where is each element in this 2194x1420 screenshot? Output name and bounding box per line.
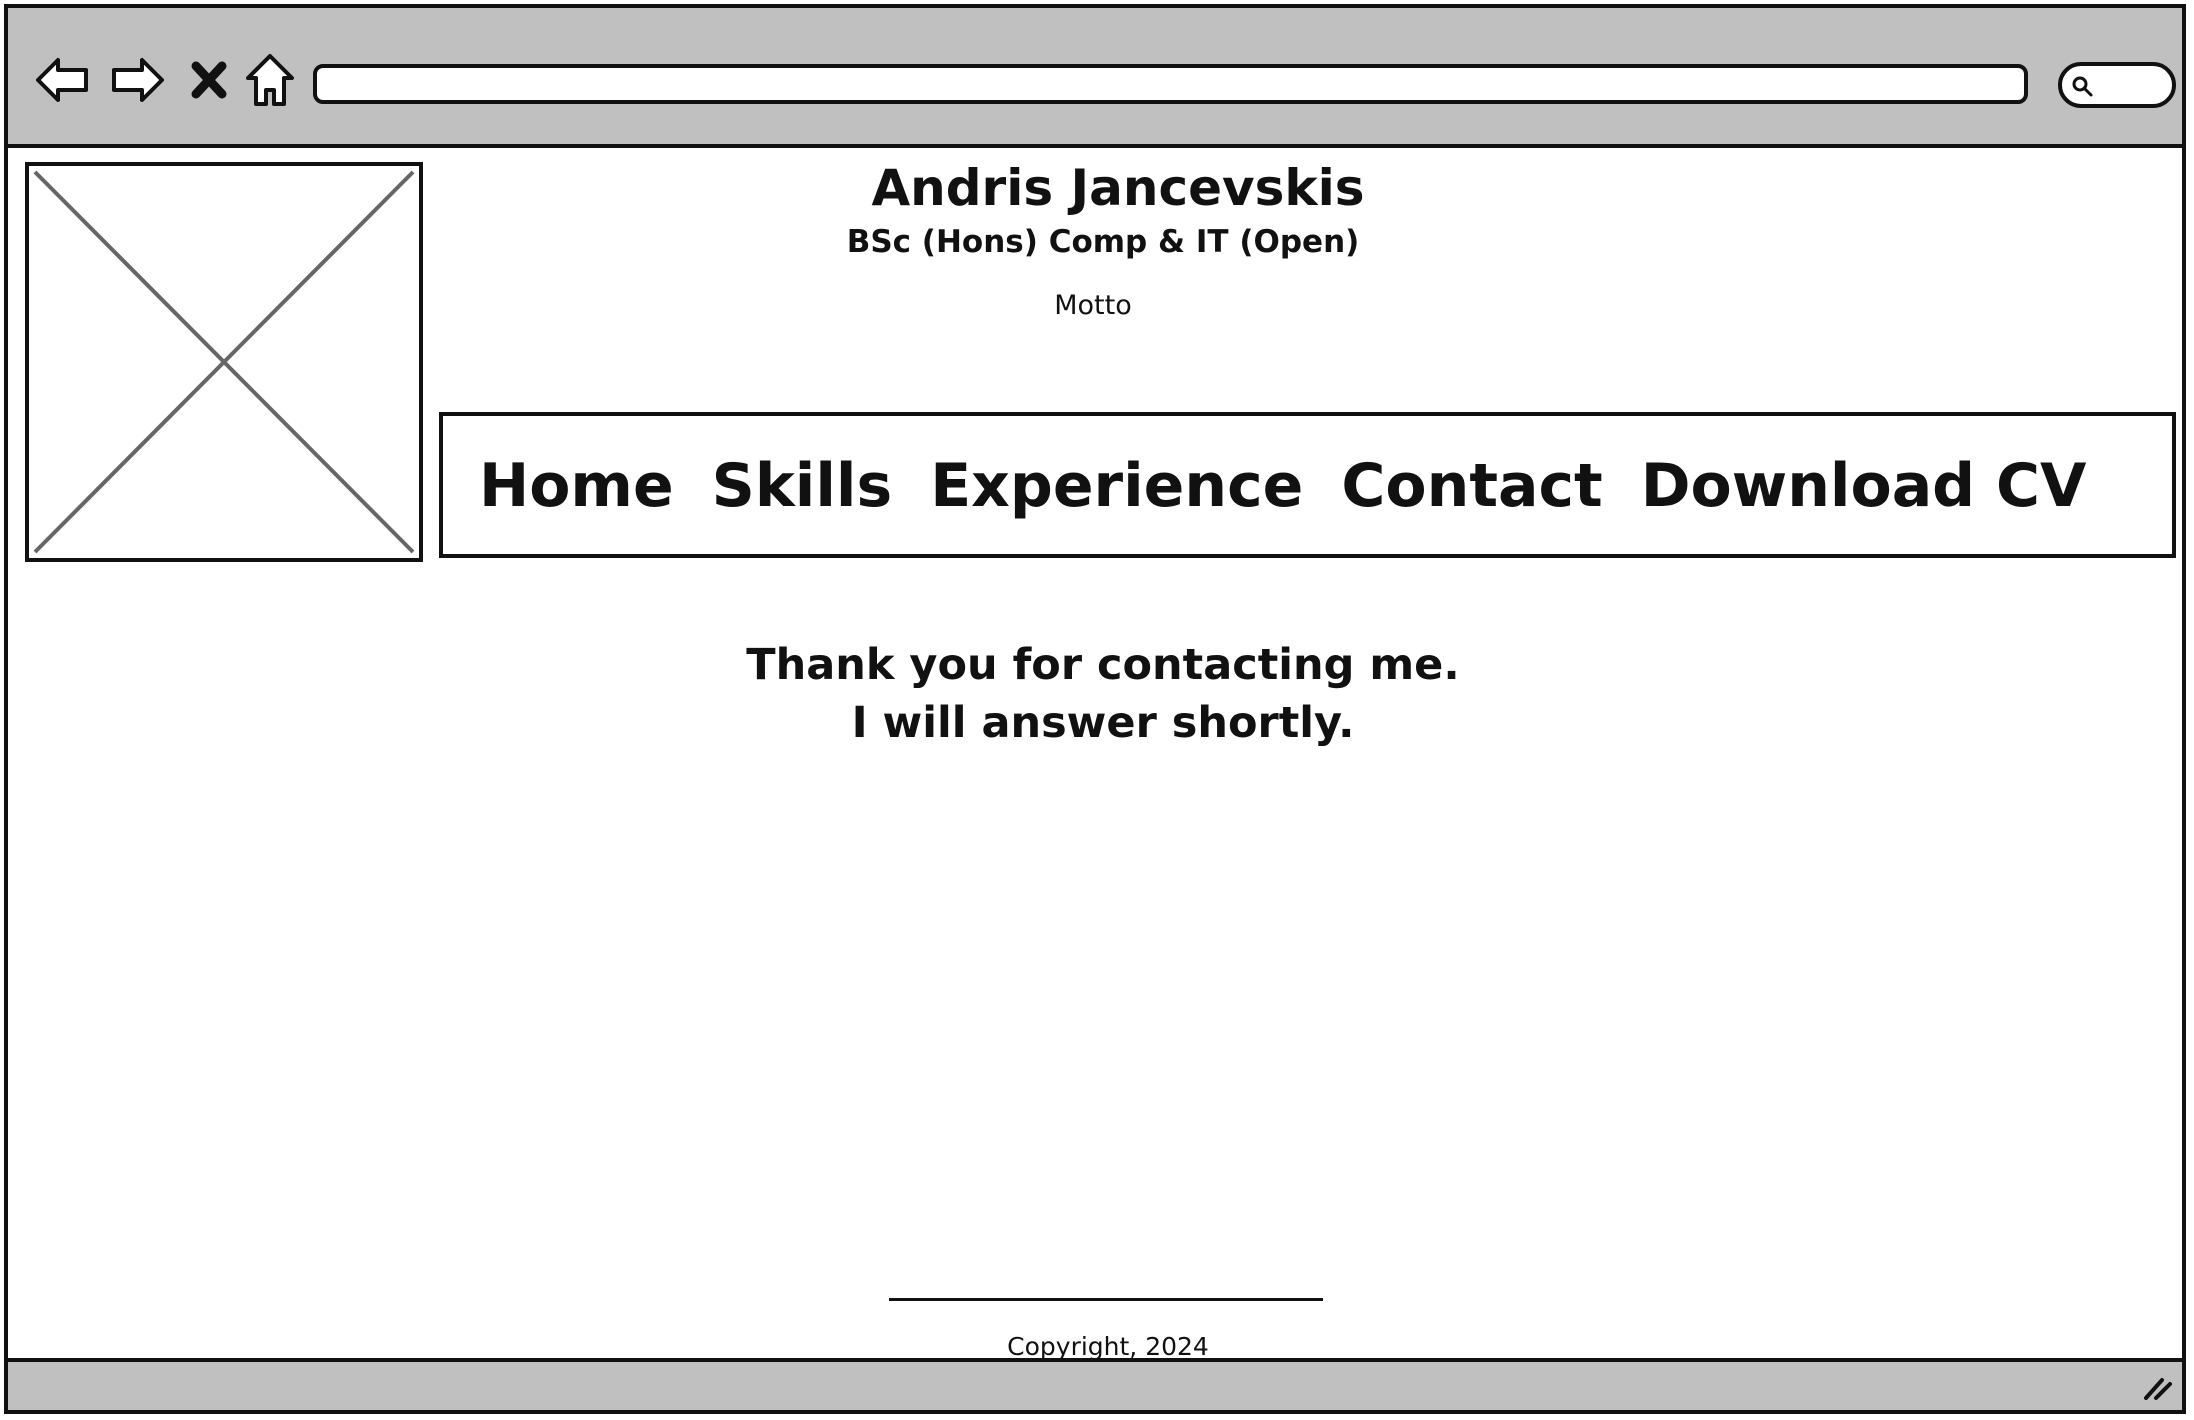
site-title: Andris Jancevskis [871,159,1365,217]
browser-window: Andris Jancevskis BSc (Hons) Comp & IT (… [4,4,2186,1414]
motto-text: Motto [1054,290,1132,321]
nav-item-download-cv[interactable]: Download CV [1641,446,2087,526]
search-icon [2072,76,2093,97]
forward-arrow-icon[interactable] [108,50,168,110]
nav-item-experience[interactable]: Experience [930,446,1303,526]
close-icon[interactable] [184,50,234,110]
nav-item-home[interactable]: Home [479,446,674,526]
confirmation-line-1: Thank you for contacting me. [746,640,1460,690]
resize-grip-icon[interactable] [2140,1372,2174,1402]
confirmation-message: Thank you for contacting me. I will answ… [428,636,1778,752]
back-arrow-icon[interactable] [32,50,92,110]
profile-image-placeholder [25,162,423,562]
browser-status-bar [8,1358,2182,1410]
confirmation-line-2: I will answer shortly. [851,698,1355,748]
degree-subtitle: BSc (Hons) Comp & IT (Open) [846,224,1360,260]
footer-divider [889,1298,1323,1301]
main-navigation: Home Skills Experience Contact Download … [439,412,2176,558]
home-icon[interactable] [240,50,300,110]
browser-toolbar [8,8,2182,148]
address-bar[interactable] [313,64,2028,104]
nav-item-skills[interactable]: Skills [712,446,893,526]
browser-search-box[interactable] [2058,62,2176,108]
nav-item-contact[interactable]: Contact [1341,446,1602,526]
